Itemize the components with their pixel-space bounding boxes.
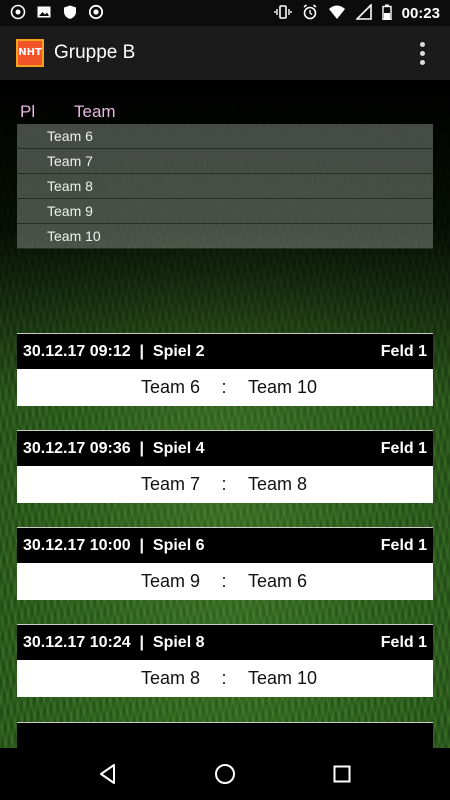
signal-icon (354, 3, 372, 22)
standings-row[interactable]: Team 6 (17, 124, 433, 149)
status-clock: 00:23 (401, 4, 440, 22)
match-header: 30.12.17 10:24 | Spiel 8 Feld 1 (17, 624, 433, 660)
match-teams: Team 6 : Team 10 (17, 369, 433, 406)
match-card[interactable]: 30.12.17 09:12 | Spiel 2 Feld 1 Team 6 :… (17, 333, 433, 406)
standings-header: Pl Team (20, 102, 116, 122)
match-field: Feld 1 (380, 342, 427, 360)
away-team: Team 10 (248, 668, 318, 688)
match-field: Feld 1 (380, 536, 427, 554)
page-title: Gruppe B (54, 42, 136, 63)
status-left (10, 4, 104, 22)
status-right: 00:23 (273, 3, 440, 22)
record-icon (88, 4, 104, 22)
standings-team: Team 7 (47, 153, 93, 169)
standings-row[interactable]: Team 7 (17, 149, 433, 174)
match-header: 30.12.17 09:12 | Spiel 2 Feld 1 (17, 333, 433, 369)
whatsapp-icon (10, 4, 26, 22)
overflow-menu-icon[interactable] (410, 38, 434, 68)
recents-icon[interactable] (322, 754, 362, 794)
match-card[interactable]: 30.12.17 10:24 | Spiel 8 Feld 1 Team 8 :… (17, 624, 433, 697)
match-card[interactable]: 30.12.17 10:00 | Spiel 6 Feld 1 Team 9 :… (17, 527, 433, 600)
standings-table: Team 6 Team 7 Team 8 Team 9 Team 10 (17, 124, 433, 249)
score-separator: : (221, 377, 227, 397)
vibrate-icon (273, 4, 292, 22)
standings-row[interactable]: Team 8 (17, 174, 433, 199)
match-card[interactable]: 30.12.17 09:36 | Spiel 4 Feld 1 Team 7 :… (17, 430, 433, 503)
alarm-icon (302, 4, 318, 22)
home-team: Team 6 (140, 377, 200, 397)
match-teams: Team 8 : Team 10 (17, 660, 433, 697)
home-team: Team 8 (140, 668, 200, 688)
away-team: Team 10 (248, 377, 318, 397)
standings-row[interactable]: Team 9 (17, 199, 433, 224)
match-info: 30.12.17 10:24 | Spiel 8 (23, 633, 205, 651)
standings-team: Team 9 (47, 203, 93, 219)
battery-icon (381, 4, 392, 22)
wifi-icon (328, 4, 346, 22)
standings-row[interactable]: Team 10 (17, 224, 433, 249)
home-team: Team 9 (140, 571, 200, 591)
score-separator: : (221, 474, 227, 494)
match-teams: Team 9 : Team 6 (17, 563, 433, 600)
away-team: Team 8 (248, 474, 308, 494)
away-team: Team 6 (248, 571, 308, 591)
match-teams: Team 7 : Team 8 (17, 466, 433, 503)
standings-team: Team 8 (47, 178, 93, 194)
match-field: Feld 1 (380, 439, 427, 457)
match-field: Feld 1 (380, 633, 427, 651)
column-header-place: Pl (20, 102, 36, 121)
shield-icon (62, 4, 78, 22)
standings-team: Team 6 (47, 128, 93, 144)
match-info: 30.12.17 10:00 | Spiel 6 (23, 536, 205, 554)
column-header-team: Team (74, 102, 116, 121)
match-card-partial[interactable] (17, 722, 433, 748)
score-separator: : (221, 571, 227, 591)
match-info: 30.12.17 09:12 | Spiel 2 (23, 342, 205, 360)
standings-team: Team 10 (47, 228, 101, 244)
match-info: 30.12.17 09:36 | Spiel 4 (23, 439, 205, 457)
back-icon[interactable] (88, 754, 128, 794)
match-header: 30.12.17 09:36 | Spiel 4 Feld 1 (17, 430, 433, 466)
navigation-bar (0, 748, 450, 800)
main-content: Pl Team Team 6 Team 7 Team 8 Team 9 Team… (0, 80, 450, 748)
status-bar: 00:23 (0, 0, 450, 26)
app-logo: NHT (16, 39, 44, 67)
home-team: Team 7 (140, 474, 200, 494)
match-header: 30.12.17 10:00 | Spiel 6 Feld 1 (17, 527, 433, 563)
image-icon (36, 4, 52, 22)
app-bar: NHT Gruppe B (0, 26, 450, 80)
score-separator: : (221, 668, 227, 688)
home-icon[interactable] (205, 754, 245, 794)
